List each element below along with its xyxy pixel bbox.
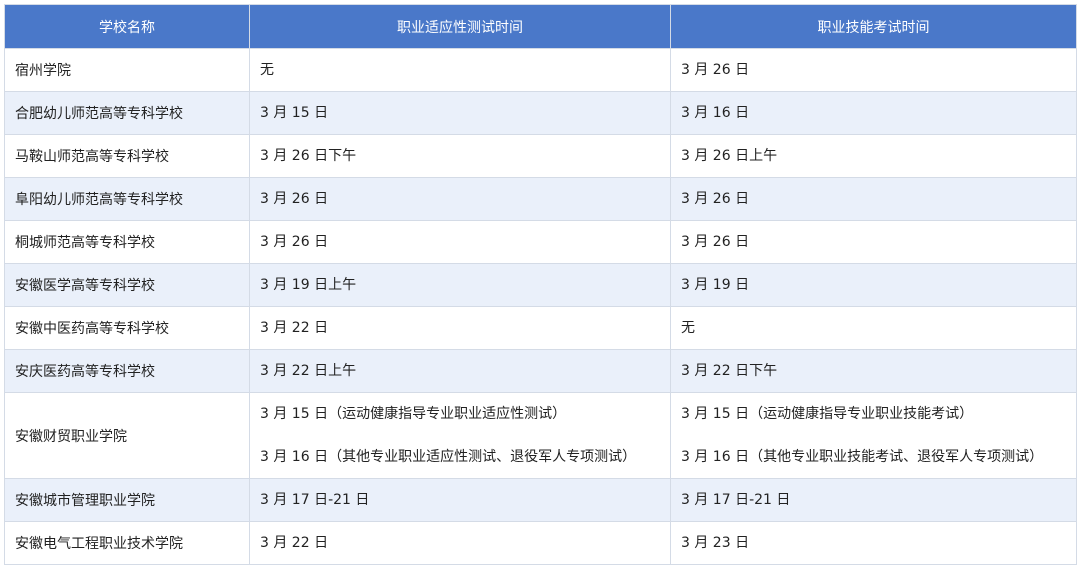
skill-time-cell: 3 月 23 日 bbox=[670, 521, 1077, 565]
skill-time-cell: 3 月 16 日 bbox=[670, 91, 1077, 135]
table-row: 宿州学院 无 3 月 26 日 bbox=[4, 48, 1077, 92]
skill-time: 3 月 26 日 bbox=[681, 234, 750, 250]
table-row: 合肥幼儿师范高等专科学校 3 月 15 日 3 月 16 日 bbox=[4, 91, 1077, 135]
aptitude-time-cell: 3 月 26 日 bbox=[249, 220, 671, 264]
aptitude-time-cell: 3 月 22 日 bbox=[249, 521, 671, 565]
skill-time-cell: 3 月 26 日 bbox=[670, 220, 1077, 264]
skill-time-cell: 3 月 26 日 bbox=[670, 48, 1077, 92]
school-name-cell: 安庆医药高等专科学校 bbox=[4, 349, 250, 393]
skill-time: 3 月 15 日（运动健康指导专业职业技能考试） bbox=[681, 406, 974, 422]
aptitude-time: 3 月 17 日-21 日 bbox=[260, 492, 370, 508]
aptitude-time: 无 bbox=[260, 62, 274, 78]
skill-time: 3 月 16 日 bbox=[681, 105, 750, 121]
skill-time-cell: 3 月 26 日 bbox=[670, 177, 1077, 221]
aptitude-time-cell: 3 月 22 日上午 bbox=[249, 349, 671, 393]
table-row: 安徽医学高等专科学校 3 月 19 日上午 3 月 19 日 bbox=[4, 263, 1077, 307]
school-name-cell: 安徽城市管理职业学院 bbox=[4, 478, 250, 522]
table-row: 阜阳幼儿师范高等专科学校 3 月 26 日 3 月 26 日 bbox=[4, 177, 1077, 221]
skill-time: 3 月 19 日 bbox=[681, 277, 750, 293]
skill-time: 3 月 16 日（其他专业职业技能考试、退役军人专项测试） bbox=[681, 449, 1044, 465]
header-aptitude-test-time: 职业适应性测试时间 bbox=[249, 4, 671, 49]
skill-time: 3 月 17 日-21 日 bbox=[681, 492, 791, 508]
table-row: 安徽中医药高等专科学校 3 月 22 日 无 bbox=[4, 306, 1077, 350]
skill-time-cell: 3 月 26 日上午 bbox=[670, 134, 1077, 178]
aptitude-time: 3 月 16 日（其他专业职业适应性测试、退役军人专项测试） bbox=[260, 449, 637, 465]
table-row: 安徽城市管理职业学院 3 月 17 日-21 日 3 月 17 日-21 日 bbox=[4, 478, 1077, 522]
school-name-cell: 安徽中医药高等专科学校 bbox=[4, 306, 250, 350]
table-header-row: 学校名称 职业适应性测试时间 职业技能考试时间 bbox=[4, 4, 1077, 49]
table-row: 安庆医药高等专科学校 3 月 22 日上午 3 月 22 日下午 bbox=[4, 349, 1077, 393]
school-name-cell: 安徽医学高等专科学校 bbox=[4, 263, 250, 307]
skill-time-cell: 无 bbox=[670, 306, 1077, 350]
table-row: 马鞍山师范高等专科学校 3 月 26 日下午 3 月 26 日上午 bbox=[4, 134, 1077, 178]
aptitude-time: 3 月 26 日下午 bbox=[260, 148, 357, 164]
aptitude-time-cell: 3 月 26 日 bbox=[249, 177, 671, 221]
school-name-cell: 安徽财贸职业学院 bbox=[4, 392, 250, 479]
aptitude-time: 3 月 22 日 bbox=[260, 320, 329, 336]
skill-time-cell: 3 月 17 日-21 日 bbox=[670, 478, 1077, 522]
aptitude-time-cell: 3 月 17 日-21 日 bbox=[249, 478, 671, 522]
exam-schedule-table: 学校名称 职业适应性测试时间 职业技能考试时间 宿州学院 无 3 月 26 日 … bbox=[4, 4, 1077, 565]
aptitude-time-cell: 3 月 15 日 bbox=[249, 91, 671, 135]
exam-schedule-container: 学校名称 职业适应性测试时间 职业技能考试时间 宿州学院 无 3 月 26 日 … bbox=[4, 4, 1077, 565]
aptitude-time: 3 月 15 日 bbox=[260, 105, 329, 121]
aptitude-time: 3 月 22 日 bbox=[260, 535, 329, 551]
skill-time: 3 月 26 日上午 bbox=[681, 148, 778, 164]
header-school-name: 学校名称 bbox=[4, 4, 250, 49]
aptitude-time: 3 月 15 日（运动健康指导专业职业适应性测试） bbox=[260, 406, 567, 422]
school-name-cell: 合肥幼儿师范高等专科学校 bbox=[4, 91, 250, 135]
aptitude-time-cell: 3 月 15 日（运动健康指导专业职业适应性测试） 3 月 16 日（其他专业职… bbox=[249, 392, 671, 479]
school-name-cell: 宿州学院 bbox=[4, 48, 250, 92]
skill-time: 3 月 26 日 bbox=[681, 62, 750, 78]
table-row: 桐城师范高等专科学校 3 月 26 日 3 月 26 日 bbox=[4, 220, 1077, 264]
school-name-cell: 安徽电气工程职业技术学院 bbox=[4, 521, 250, 565]
skill-time-cell: 3 月 15 日（运动健康指导专业职业技能考试） 3 月 16 日（其他专业职业… bbox=[670, 392, 1077, 479]
skill-time: 3 月 22 日下午 bbox=[681, 363, 778, 379]
school-name-cell: 阜阳幼儿师范高等专科学校 bbox=[4, 177, 250, 221]
skill-time: 3 月 23 日 bbox=[681, 535, 750, 551]
aptitude-time: 3 月 19 日上午 bbox=[260, 277, 357, 293]
aptitude-time: 3 月 26 日 bbox=[260, 234, 329, 250]
aptitude-time-cell: 3 月 19 日上午 bbox=[249, 263, 671, 307]
table-row: 安徽电气工程职业技术学院 3 月 22 日 3 月 23 日 bbox=[4, 521, 1077, 565]
school-name-cell: 桐城师范高等专科学校 bbox=[4, 220, 250, 264]
aptitude-time: 3 月 26 日 bbox=[260, 191, 329, 207]
aptitude-time-cell: 3 月 26 日下午 bbox=[249, 134, 671, 178]
header-skill-exam-time: 职业技能考试时间 bbox=[670, 4, 1077, 49]
aptitude-time: 3 月 22 日上午 bbox=[260, 363, 357, 379]
aptitude-time-cell: 3 月 22 日 bbox=[249, 306, 671, 350]
skill-time: 3 月 26 日 bbox=[681, 191, 750, 207]
skill-time-cell: 3 月 22 日下午 bbox=[670, 349, 1077, 393]
aptitude-time-cell: 无 bbox=[249, 48, 671, 92]
skill-time: 无 bbox=[681, 320, 695, 336]
table-row: 安徽财贸职业学院 3 月 15 日（运动健康指导专业职业适应性测试） 3 月 1… bbox=[4, 392, 1077, 479]
school-name-cell: 马鞍山师范高等专科学校 bbox=[4, 134, 250, 178]
skill-time-cell: 3 月 19 日 bbox=[670, 263, 1077, 307]
